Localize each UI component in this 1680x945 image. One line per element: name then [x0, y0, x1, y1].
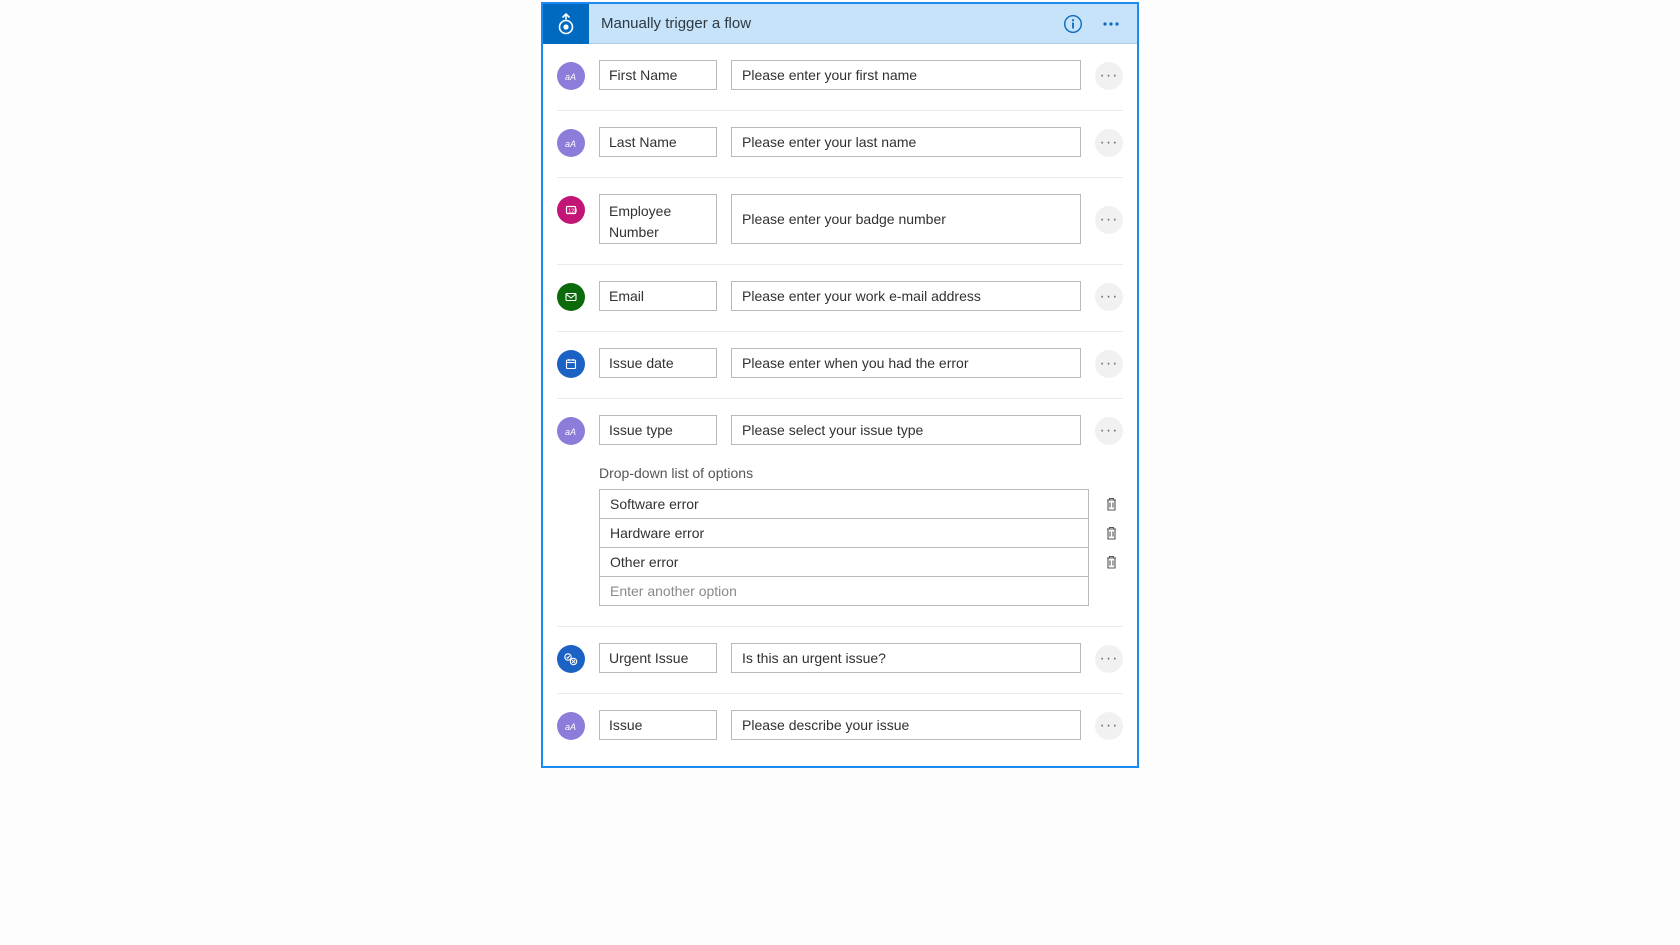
input-description-field[interactable] [731, 281, 1081, 311]
input-label-field[interactable] [599, 127, 717, 157]
input-label-field[interactable] [599, 415, 717, 445]
input-row: 123 ··· [557, 178, 1123, 265]
input-label-field[interactable] [599, 194, 717, 244]
dropdown-option-row [599, 489, 1121, 518]
input-description-field[interactable] [731, 127, 1081, 157]
dropdown-option-row [599, 576, 1121, 606]
trigger-card: Manually trigger a flow [541, 2, 1139, 768]
row-more-button[interactable]: ··· [1095, 283, 1123, 311]
input-list: aA ··· aA ··· [543, 44, 1137, 766]
more-icon[interactable] [1101, 14, 1121, 34]
input-label-field[interactable] [599, 643, 717, 673]
input-row: aA ··· [557, 44, 1123, 111]
text-type-icon: aA [557, 129, 585, 157]
input-description-field[interactable] [731, 194, 1081, 244]
delete-option-button[interactable] [1101, 525, 1121, 541]
input-description-field[interactable] [731, 710, 1081, 740]
text-type-icon: aA [557, 62, 585, 90]
input-label-field[interactable] [599, 348, 717, 378]
card-header: Manually trigger a flow [543, 4, 1137, 44]
row-more-button[interactable]: ··· [1095, 645, 1123, 673]
svg-text:aA: aA [565, 139, 576, 149]
email-type-icon [557, 283, 585, 311]
svg-text:aA: aA [565, 427, 576, 437]
dropdown-options-title: Drop-down list of options [599, 465, 1121, 481]
date-type-icon [557, 350, 585, 378]
input-label-field[interactable] [599, 281, 717, 311]
info-icon[interactable] [1063, 14, 1083, 34]
row-more-button[interactable]: ··· [1095, 350, 1123, 378]
input-row: aA ··· [557, 694, 1123, 760]
input-description-field[interactable] [731, 348, 1081, 378]
input-label-field[interactable] [599, 60, 717, 90]
dropdown-option-input[interactable] [599, 547, 1089, 576]
dropdown-new-option-input[interactable] [599, 576, 1089, 606]
dropdown-option-row [599, 547, 1121, 576]
input-label-field[interactable] [599, 710, 717, 740]
svg-text:aA: aA [565, 72, 576, 82]
svg-text:aA: aA [565, 722, 576, 732]
row-more-button[interactable]: ··· [1095, 206, 1123, 234]
input-row: ··· [557, 265, 1123, 332]
dropdown-options-section: Drop-down list of options [557, 465, 1123, 606]
svg-text:123: 123 [568, 209, 577, 215]
dropdown-option-input[interactable] [599, 489, 1089, 518]
trigger-icon [543, 4, 589, 44]
header-actions [1063, 14, 1137, 34]
input-description-field[interactable] [731, 60, 1081, 90]
number-type-icon: 123 [557, 196, 585, 224]
input-description-field[interactable] [731, 643, 1081, 673]
input-row: aA ··· Drop-down list of options [557, 399, 1123, 627]
input-row: ··· [557, 627, 1123, 694]
yesno-type-icon [557, 645, 585, 673]
dropdown-option-input[interactable] [599, 518, 1089, 547]
delete-option-button[interactable] [1101, 496, 1121, 512]
delete-option-button[interactable] [1101, 554, 1121, 570]
row-more-button[interactable]: ··· [1095, 62, 1123, 90]
input-row: ··· [557, 332, 1123, 399]
text-type-icon: aA [557, 712, 585, 740]
input-row: aA ··· [557, 111, 1123, 178]
row-more-button[interactable]: ··· [1095, 712, 1123, 740]
input-description-field[interactable] [731, 415, 1081, 445]
text-type-icon: aA [557, 417, 585, 445]
dropdown-option-row [599, 518, 1121, 547]
card-title: Manually trigger a flow [589, 15, 1063, 32]
row-more-button[interactable]: ··· [1095, 417, 1123, 445]
row-more-button[interactable]: ··· [1095, 129, 1123, 157]
